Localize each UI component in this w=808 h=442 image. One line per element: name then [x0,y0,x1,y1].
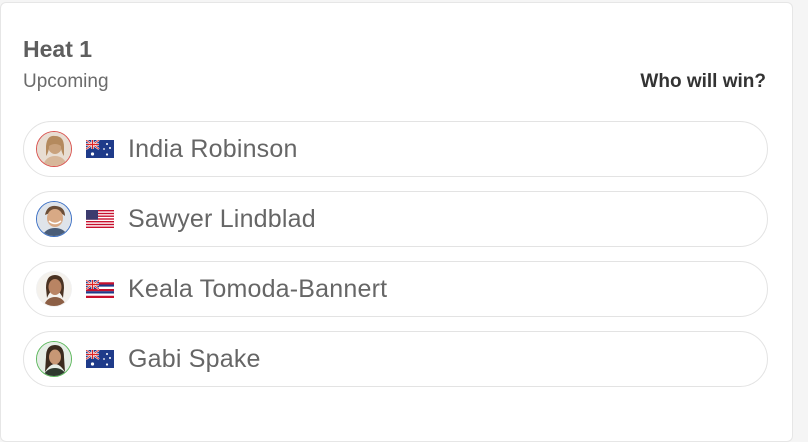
athlete-name: Gabi Spake [128,344,261,373]
athlete-row[interactable]: Sawyer Lindblad [23,191,768,247]
athlete-avatar [36,131,72,167]
athlete-name: India Robinson [128,134,298,163]
usa-flag-icon [86,210,114,228]
heat-card: Heat 1 Upcoming Who will win? India Robi… [0,2,793,442]
athlete-row[interactable]: Gabi Spake [23,331,768,387]
athlete-avatar [36,201,72,237]
heat-status: Upcoming [23,71,109,92]
athlete-row[interactable]: Keala Tomoda-Bannert [23,261,768,317]
athlete-avatar [36,341,72,377]
australia-flag-icon [86,350,114,368]
who-will-win-link[interactable]: Who will win? [640,71,766,93]
australia-flag-icon [86,140,114,158]
athlete-list: India Robinson Sawyer Lindblad Keala Tom… [23,121,768,401]
athlete-name: Sawyer Lindblad [128,204,316,233]
hawaii-flag-icon [86,280,114,298]
athlete-avatar [36,271,72,307]
athlete-name: Keala Tomoda-Bannert [128,274,388,303]
athlete-row[interactable]: India Robinson [23,121,768,177]
heat-title: Heat 1 [23,36,93,62]
